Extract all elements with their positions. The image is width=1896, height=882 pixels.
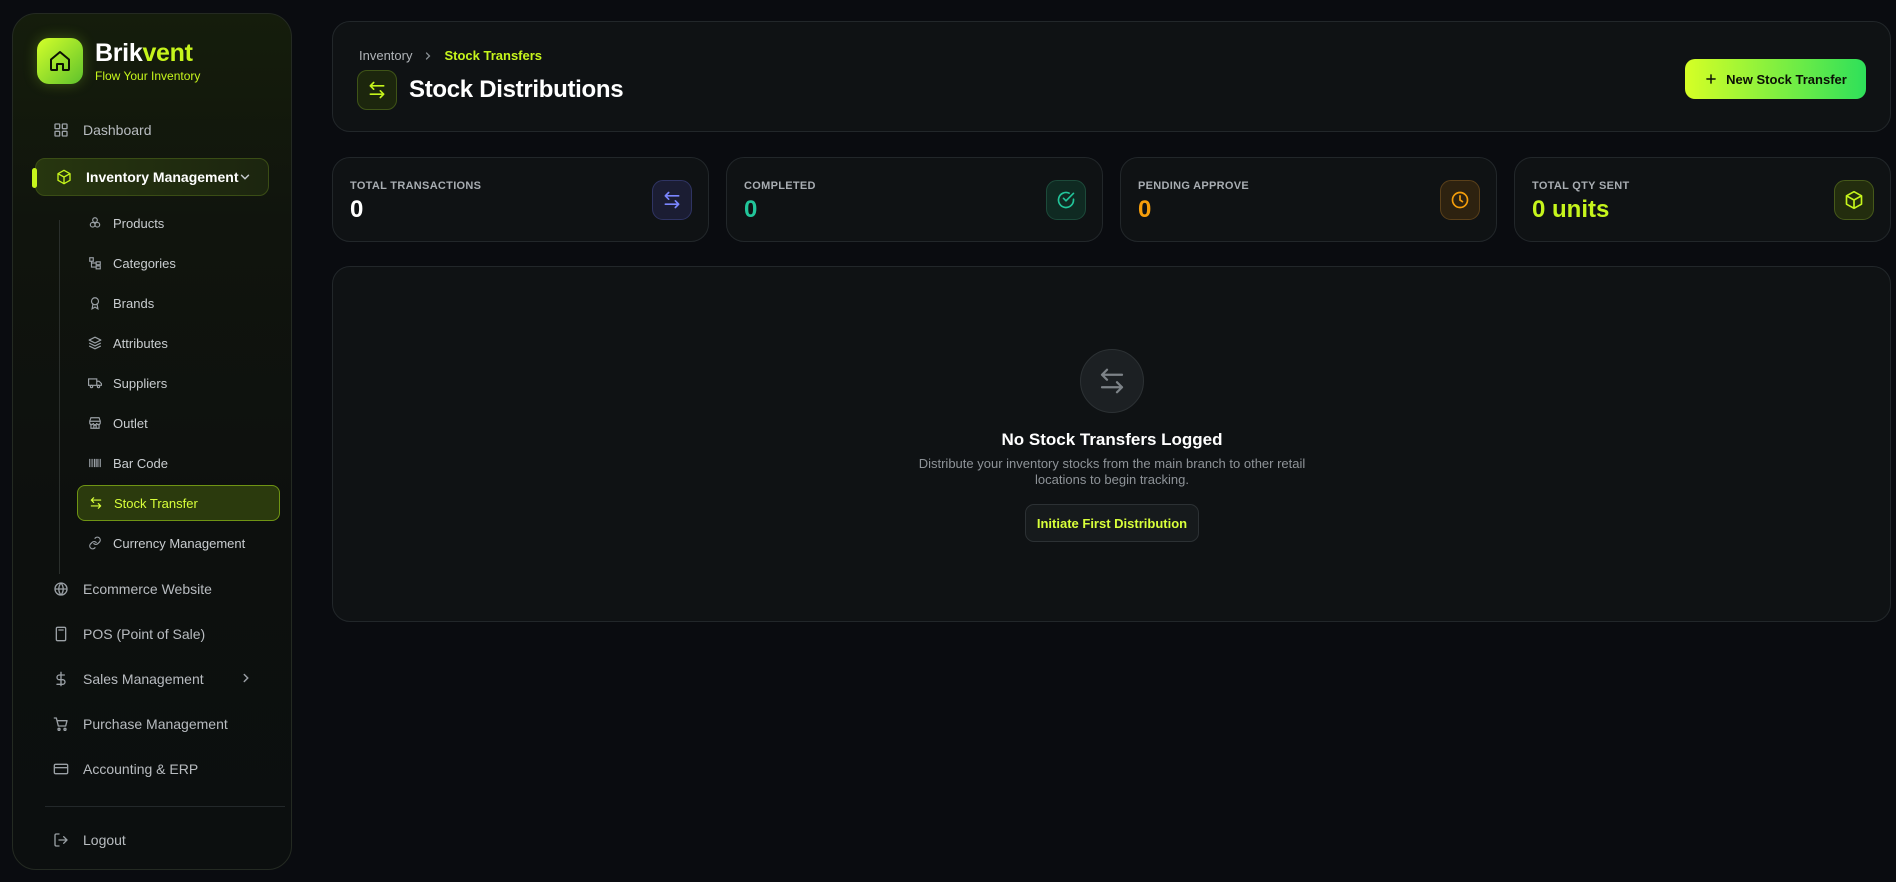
transfer-icon	[88, 495, 104, 511]
link-icon	[87, 535, 103, 551]
breadcrumb-current: Stock Transfers	[444, 48, 543, 63]
sidebar-item-label: Stock Transfer	[114, 495, 198, 511]
stat-value: 0	[350, 196, 364, 223]
sidebar-item-purchase[interactable]: Purchase Management	[33, 705, 269, 743]
sidebar-item-label: Inventory Management	[86, 169, 239, 185]
grid-icon	[51, 120, 71, 140]
plus-icon	[1704, 72, 1718, 86]
sidebar-item-accounting[interactable]: Accounting & ERP	[33, 750, 269, 788]
sidebar-item-label: Purchase Management	[83, 716, 228, 732]
dollar-icon	[51, 669, 71, 689]
sidebar-item-attributes[interactable]: Attributes	[77, 325, 280, 361]
transfer-icon	[357, 70, 397, 110]
box-icon	[54, 167, 74, 187]
new-stock-transfer-label: New Stock Transfer	[1726, 71, 1847, 87]
breadcrumb-root[interactable]: Inventory	[359, 48, 412, 63]
sidebar-item-label: Bar Code	[113, 455, 168, 471]
subnav-line	[59, 220, 60, 574]
sidebar-item-label: Suppliers	[113, 375, 168, 391]
sidebar-item-barcode[interactable]: Bar Code	[77, 445, 280, 481]
sidebar-item-label: Products	[113, 215, 165, 231]
package-icon	[87, 215, 103, 231]
sidebar-divider	[45, 806, 285, 807]
transfer-icon	[1080, 349, 1144, 413]
truck-icon	[87, 375, 103, 391]
calculator-icon	[51, 624, 71, 644]
empty-state-description: Distribute your inventory stocks from th…	[918, 456, 1306, 487]
sidebar-item-brands[interactable]: Brands	[77, 285, 280, 321]
badge-icon	[87, 295, 103, 311]
stat-label: TOTAL TRANSACTIONS	[350, 180, 482, 192]
initiate-distribution-button[interactable]: Initiate First Distribution	[1025, 504, 1199, 542]
box-icon	[1834, 180, 1874, 220]
stat-value: 0 units	[1532, 196, 1610, 223]
sidebar-item-label: POS (Point of Sale)	[83, 626, 206, 642]
home-icon	[37, 38, 83, 84]
brand[interactable]: Brikvent Flow Your Inventory	[37, 38, 200, 84]
check-circle-icon	[1046, 180, 1086, 220]
cart-icon	[51, 714, 71, 734]
clock-icon	[1440, 180, 1480, 220]
new-stock-transfer-button[interactable]: New Stock Transfer	[1685, 59, 1866, 99]
sidebar-item-label: Accounting & ERP	[83, 761, 199, 777]
stat-value: 0	[1138, 196, 1152, 223]
tree-icon	[87, 255, 103, 271]
stat-card-pending: PENDING APPROVE 0	[1120, 157, 1497, 242]
sidebar-item-label: Dashboard	[83, 122, 152, 138]
layers-icon	[87, 335, 103, 351]
sidebar-item-dashboard[interactable]: Dashboard	[33, 111, 269, 149]
brand-name: Brikvent	[95, 39, 193, 67]
stat-label: PENDING APPROVE	[1138, 180, 1250, 192]
stat-label: TOTAL QTY SENT	[1532, 180, 1630, 192]
chevron-right-icon	[239, 671, 253, 688]
sidebar-item-ecommerce[interactable]: Ecommerce Website	[33, 570, 269, 608]
stat-label: COMPLETED	[744, 180, 816, 192]
page-header: Inventory Stock Transfers Stock Distribu…	[332, 21, 1891, 132]
breadcrumb: Inventory Stock Transfers	[359, 48, 542, 63]
brand-tagline: Flow Your Inventory	[95, 69, 201, 83]
logout-button[interactable]: Logout	[33, 821, 269, 859]
sidebar-item-label: Logout	[83, 832, 126, 848]
sidebar-item-label: Ecommerce Website	[83, 581, 212, 597]
page-title: Stock Distributions	[409, 76, 624, 103]
sidebar-item-label: Currency Management	[113, 535, 246, 551]
sidebar-item-stock-transfer[interactable]: Stock Transfer	[77, 485, 280, 521]
stat-card-total: TOTAL TRANSACTIONS 0	[332, 157, 709, 242]
sidebar-item-suppliers[interactable]: Suppliers	[77, 365, 280, 401]
sidebar-item-currency[interactable]: Currency Management	[77, 525, 280, 561]
chevron-right-icon	[422, 50, 434, 62]
empty-state-title: No Stock Transfers Logged	[1001, 430, 1223, 449]
sidebar-item-label: Outlet	[113, 415, 148, 431]
sidebar-item-pos[interactable]: POS (Point of Sale)	[33, 615, 269, 653]
sidebar-item-inventory[interactable]: Inventory Management	[32, 158, 269, 196]
stat-card-completed: COMPLETED 0	[726, 157, 1103, 242]
chevron-down-icon	[238, 170, 252, 187]
stat-value: 0	[744, 196, 758, 223]
sidebar: Brikvent Flow Your Inventory Dashboard I…	[12, 13, 292, 870]
sidebar-item-label: Sales Management	[83, 671, 204, 687]
sidebar-item-products[interactable]: Products	[77, 205, 280, 241]
transfer-icon	[652, 180, 692, 220]
sidebar-item-categories[interactable]: Categories	[77, 245, 280, 281]
stat-card-qty: TOTAL QTY SENT 0 units	[1514, 157, 1891, 242]
sidebar-item-label: Brands	[113, 295, 155, 311]
sidebar-item-label: Categories	[113, 255, 176, 271]
sidebar-item-outlet[interactable]: Outlet	[77, 405, 280, 441]
sidebar-item-sales[interactable]: Sales Management	[33, 660, 269, 698]
logout-icon	[51, 830, 71, 850]
barcode-icon	[87, 455, 103, 471]
sidebar-item-label: Attributes	[113, 335, 168, 351]
globe-icon	[51, 579, 71, 599]
store-icon	[87, 415, 103, 431]
empty-state-panel: No Stock Transfers Logged Distribute you…	[332, 266, 1891, 622]
card-icon	[51, 759, 71, 779]
